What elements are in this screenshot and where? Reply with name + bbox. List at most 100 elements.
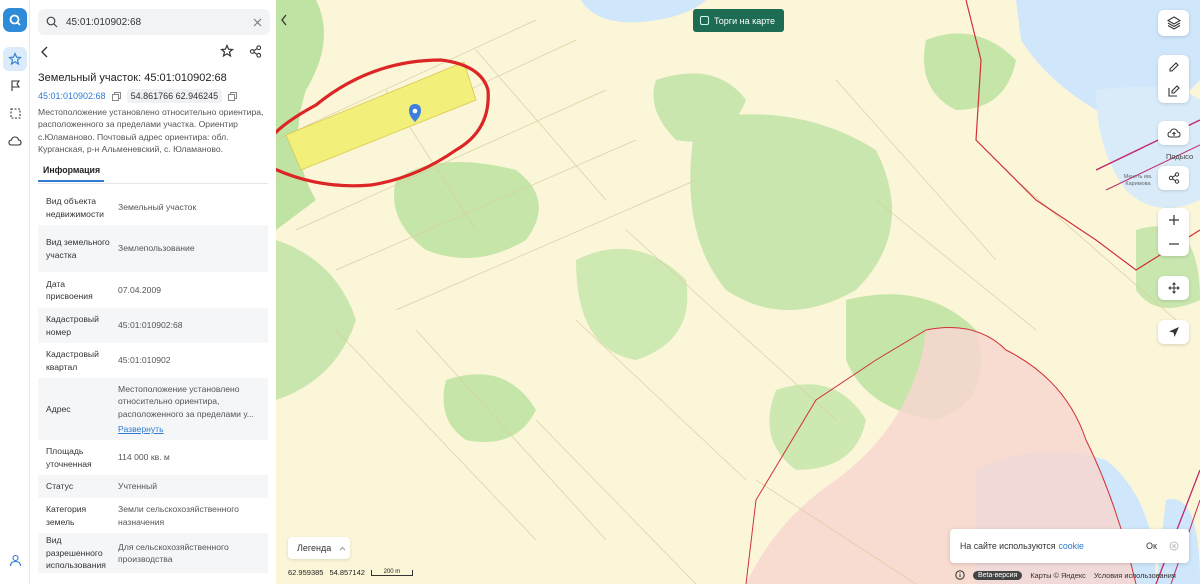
search-icon: [46, 16, 58, 28]
expand-link[interactable]: Развернуть: [118, 423, 268, 435]
copy-icon[interactable]: [228, 91, 238, 101]
cookie-text: На сайте используются: [960, 541, 1056, 551]
flag-icon: [10, 79, 20, 91]
beta-badge: Beta-версия: [973, 570, 1023, 580]
row-key: Адрес: [46, 403, 71, 414]
row-value: 07.04.2009: [118, 284, 162, 295]
tab-divider: [38, 183, 268, 184]
row-value: Для сельскохозяйственного производства: [118, 541, 229, 564]
cookie-banner: На сайте используются cookie Ок: [950, 529, 1189, 563]
search-box[interactable]: 45:01:010902:68: [38, 9, 270, 35]
back-arrow-icon[interactable]: [40, 46, 50, 58]
table-row: Категория земель Земли сельскохозяйствен…: [38, 498, 268, 533]
coordinates: 54.861766 62.946245: [126, 89, 223, 103]
cookie-ok-button[interactable]: Ок: [1146, 541, 1157, 551]
row-key: Кадастровый квартал: [46, 349, 99, 372]
layers-button[interactable]: [1158, 10, 1189, 36]
table-row: Кадастровый номер 45:01:010902:68: [38, 308, 268, 343]
table-row: Площадь уточненная 114 000 кв. м: [38, 440, 268, 475]
navigation-arrow-icon: [1168, 327, 1179, 337]
star-icon: [8, 52, 22, 66]
torgi-label: Торги на карте: [714, 15, 776, 26]
row-value: Землепользование: [118, 243, 195, 254]
area-select-button[interactable]: [3, 101, 27, 125]
terms-link[interactable]: Условия использования: [1094, 571, 1176, 580]
cookie-link[interactable]: cookie: [1058, 541, 1083, 551]
clear-icon[interactable]: [253, 18, 262, 27]
row-value: 45:01:010902:68: [118, 320, 183, 331]
panel-toolbar: [40, 44, 268, 60]
lat-readout: 54.857142: [329, 568, 365, 577]
torgi-toggle[interactable]: Торги на карте: [693, 9, 784, 32]
row-value: 45:01:010902: [118, 355, 171, 366]
row-key: Площадь уточненная: [46, 446, 92, 469]
plus-icon: [1168, 215, 1179, 225]
poi-label: Мечеть им. Каримова: [1123, 174, 1153, 187]
pencil-icon: [1168, 62, 1179, 72]
row-value: Учтенный: [118, 481, 158, 492]
cloud-toolbar: [1158, 121, 1189, 145]
zoom-in-button[interactable]: [1158, 208, 1189, 232]
scale-bar: 200 m: [370, 568, 413, 576]
maps-credit[interactable]: Карты © Яндекс: [1030, 571, 1085, 580]
scale-label: 200 m: [383, 568, 401, 575]
share-toolbar: [1158, 166, 1189, 190]
coords-readout: 62.959385 54.857142 200 m: [288, 568, 413, 577]
row-value: 114 000 кв. м: [118, 452, 170, 463]
ruler-button[interactable]: [1158, 55, 1189, 79]
locate-button[interactable]: [1158, 320, 1189, 344]
info-panel: 45:01:010902:68 Земельный участок: 45:01…: [30, 0, 276, 584]
panel-title: Земельный участок: 45:01:010902:68: [38, 72, 227, 84]
star-icon[interactable]: [220, 44, 234, 58]
place-label: Подысо: [1166, 152, 1194, 161]
row-key: Дата присвоения: [46, 278, 93, 301]
table-row: Вид земельного участка Землепользование: [38, 225, 268, 272]
locate-toolbar: [1158, 320, 1189, 344]
info-icon[interactable]: [955, 570, 965, 580]
row-key: Статус: [46, 481, 74, 492]
row-value: Земли сельскохозяйственного назначения: [118, 504, 239, 527]
row-key: Кадастровый номер: [46, 314, 99, 337]
favorites-button[interactable]: [3, 47, 27, 71]
logo-icon: [9, 14, 21, 26]
draw-toolbar: [1158, 55, 1189, 103]
table-row: Статус Учтенный: [38, 475, 268, 498]
share-icon[interactable]: [249, 45, 262, 58]
route-button[interactable]: [3, 73, 27, 97]
upload-button[interactable]: [1158, 121, 1189, 145]
app-logo[interactable]: [3, 8, 27, 32]
legend-label: Легенда: [297, 543, 332, 553]
user-icon: [9, 554, 21, 566]
cadastral-link[interactable]: 45:01:010902:68: [38, 91, 106, 101]
row-key: Вид объекта недвижимости: [46, 196, 104, 219]
table-row: Дата присвоения 07.04.2009: [38, 272, 268, 308]
profile-button[interactable]: [3, 548, 27, 572]
row-key: Вид разрешенного использования: [46, 535, 106, 571]
lon-readout: 62.959385: [288, 568, 324, 577]
zoom-toolbar: [1158, 208, 1189, 256]
checkbox[interactable]: [700, 16, 709, 25]
row-key: Вид земельного участка: [46, 237, 110, 260]
zoom-out-button[interactable]: [1158, 232, 1189, 256]
tab-information[interactable]: Информация: [38, 162, 104, 182]
edit-button[interactable]: [1158, 79, 1189, 103]
description: Местоположение установлено относительно …: [38, 107, 264, 155]
legend-button[interactable]: Легенда: [288, 537, 350, 559]
pan-toolbar: [1158, 276, 1189, 300]
copy-icon[interactable]: [111, 91, 121, 101]
move-icon: [1167, 282, 1180, 294]
row-key: Категория земель: [46, 504, 87, 527]
close-icon[interactable]: [1169, 541, 1179, 551]
map-canvas[interactable]: Мечеть им. Каримова Подысо: [276, 0, 1200, 584]
cloud-button[interactable]: [3, 129, 27, 153]
row-value: Местоположение установлено относительно …: [118, 383, 254, 419]
collapse-panel-button[interactable]: [277, 12, 291, 28]
search-input[interactable]: 45:01:010902:68: [66, 17, 253, 28]
pan-button[interactable]: [1158, 276, 1189, 300]
table-row: Вид объекта недвижимости Земельный участ…: [38, 190, 268, 225]
share-icon: [1168, 172, 1179, 184]
properties-table: Вид объекта недвижимости Земельный участ…: [38, 190, 268, 573]
selection-icon: [9, 107, 21, 119]
share-map-button[interactable]: [1158, 166, 1189, 190]
row-value-wrap: Местоположение установлено относительно …: [110, 383, 268, 435]
